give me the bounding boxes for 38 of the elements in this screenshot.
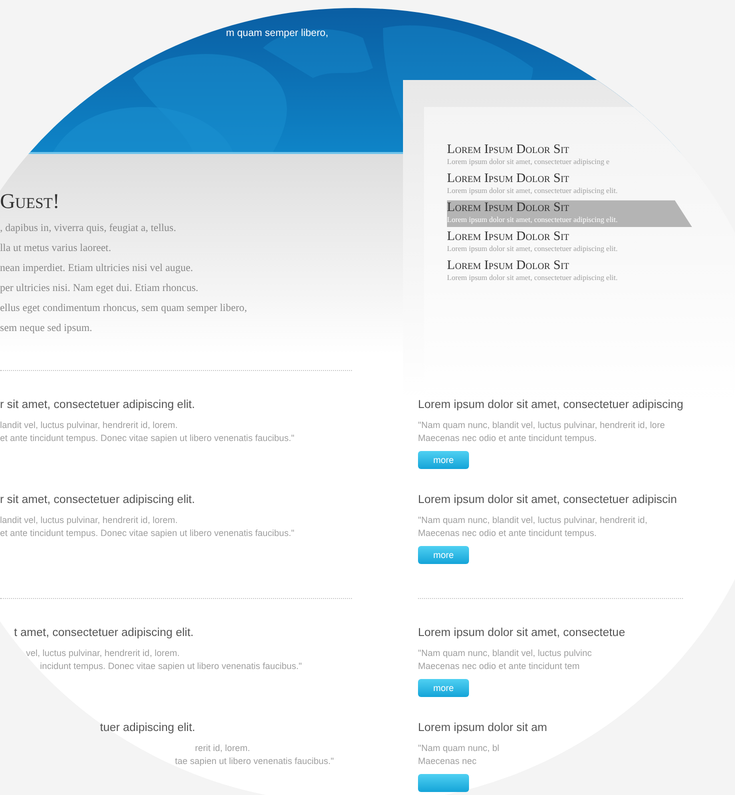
article-text: landit vel, luctus pulvinar, hendrerit id, lorem. [0,514,178,527]
article-text: Maecenas nec [418,755,477,768]
intro-text: per ultricies nisi. Nam eget dui. Etiam rhoncus. [0,282,200,296]
article-text: et ante tincidunt tempus. Donec vitae sapien ut libero venenatis faucibus." [0,432,294,445]
article-text: Maecenas nec odio et ante tincidunt tempus. [418,432,597,445]
article-text: vel, luctus pulvinar, hendrerit id, lorem. [25,647,180,660]
article-text: Maecenas nec odio et ante tincidunt tempus. [418,527,597,540]
article-title: Lorem ipsum dolor sit amet, consectetuer adipiscing [418,398,684,413]
intro-text: sem neque sed ipsum. [0,322,94,336]
article-text: incidunt tempus. Donec vitae sapien ut libero venenatis faucibus." [39,660,302,673]
more-button[interactable] [418,774,469,792]
article-text: tae sapien ut libero venenatis faucibus." [174,755,334,768]
article-title: r sit amet, consectetuer adipiscing elit. [0,493,195,508]
article-title: t amet, consectetuer adipiscing elit. [13,626,194,641]
banner-text: m quam semper libero, [226,28,328,39]
intro-text: nean imperdiet. Etiam ultricies nisi vel augue. [0,262,194,276]
article-title: Lorem ipsum dolor sit amet, consectetuer adipiscin [418,493,677,508]
article-title: Lorem ipsum dolor sit am [418,721,548,736]
article-text: rerit id, lorem. [194,742,250,755]
article-text: "Nam quam nunc, blandit vel, luctus pulvinar, hendrerit id, lore [418,419,665,432]
article-text: "Nam quam nunc, bl [418,742,500,755]
article-text: Maecenas nec odio et ante tincidunt tem [418,660,580,673]
intro-text: lla ut metus varius laoreet. [0,242,112,256]
side-item-title: Lorem Ipsum Dolor Sit [447,141,570,156]
side-item-title: Lorem Ipsum Dolor Sit [447,199,570,214]
article-title: Lorem ipsum dolor sit amet, consectetue [418,626,626,641]
article-text: et ante tincidunt tempus. Donec vitae sapien ut libero venenatis faucibus." [0,527,294,540]
intro-text: , dapibus in, viverra quis, feugiat a, tellus. [0,222,178,236]
side-item-title: Lorem Ipsum Dolor Sit [447,170,570,185]
article-text: "Nam quam nunc, blandit vel, luctus pulvinc [418,647,592,660]
welcome-heading: Guest! [0,188,61,214]
article-text: landit vel, luctus pulvinar, hendrerit id, lorem. [0,419,178,432]
side-item-title: Lorem Ipsum Dolor Sit [447,257,570,272]
side-item-title: Lorem Ipsum Dolor Sit [447,228,570,243]
article-title: r sit amet, consectetuer adipiscing elit. [0,398,195,413]
intro-text: ellus eget condimentum rhoncus, sem quam semper libero, [0,302,248,316]
article-title: tuer adipiscing elit. [99,721,196,736]
article-text: "Nam quam nunc, blandit vel, luctus pulvinar, hendrerit id, [418,514,648,527]
